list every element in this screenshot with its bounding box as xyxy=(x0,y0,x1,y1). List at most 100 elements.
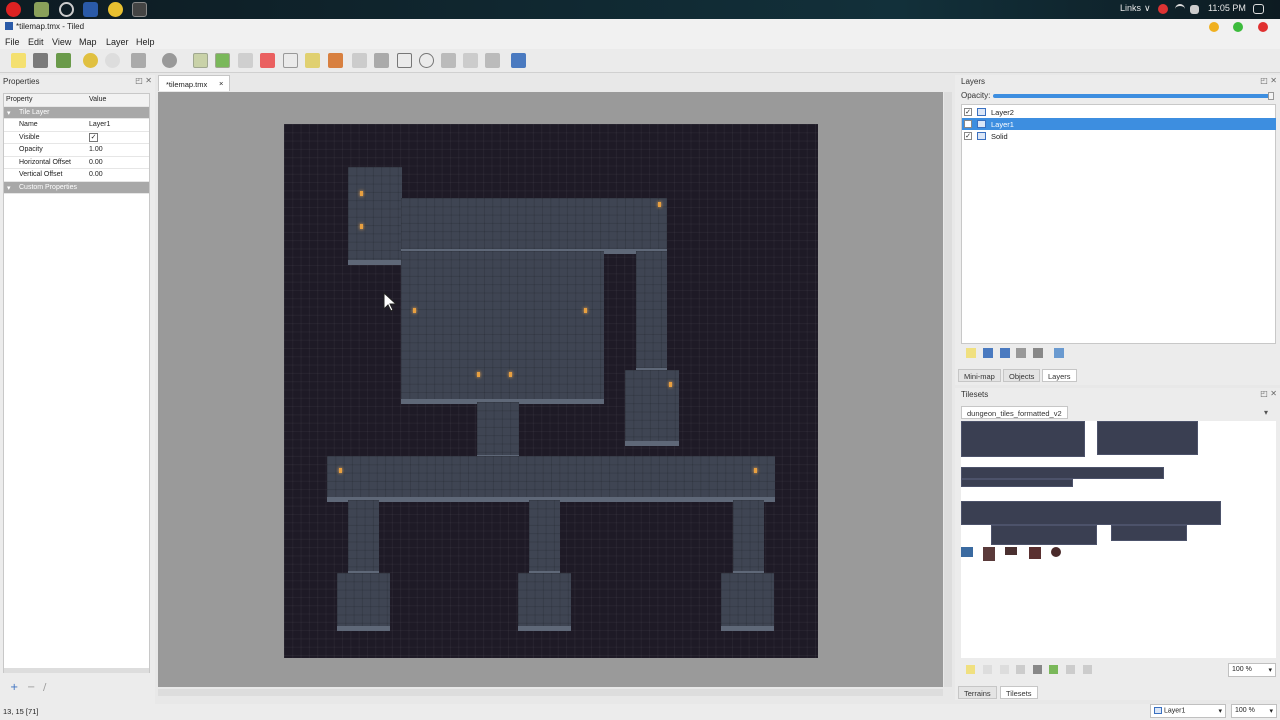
remove-property-icon[interactable]: − xyxy=(27,682,35,693)
rename-property-icon[interactable]: / xyxy=(43,682,46,693)
insert-polyline-icon[interactable] xyxy=(463,53,478,68)
tileset-tiles[interactable] xyxy=(1111,525,1187,541)
notification-icon[interactable] xyxy=(1158,4,1168,14)
terrain-brush-icon[interactable] xyxy=(215,53,230,68)
edit-polygons-icon[interactable] xyxy=(374,53,389,68)
undo-icon[interactable] xyxy=(83,53,98,68)
tilesets-dock-buttons[interactable]: ◰ ✕ xyxy=(1260,389,1277,398)
vertical-scrollbar[interactable] xyxy=(944,92,952,687)
insert-tile-icon[interactable] xyxy=(485,53,500,68)
tab-objects[interactable]: Objects xyxy=(1003,369,1041,382)
tileset-tiles[interactable] xyxy=(961,467,1164,479)
delete-layer-icon[interactable] xyxy=(1033,348,1043,358)
wifi-icon[interactable] xyxy=(1175,4,1185,14)
redo-icon[interactable] xyxy=(105,53,120,68)
add-property-icon[interactable]: + xyxy=(10,682,18,693)
property-row[interactable]: Horizontal Offset 0.00 xyxy=(4,157,149,169)
tileset-tiles[interactable] xyxy=(961,479,1073,487)
tileset-water-tile[interactable] xyxy=(961,547,973,557)
add-tiles-icon[interactable] xyxy=(1066,665,1075,674)
tab-tileset[interactable]: dungeon_tiles_formatted_v2 xyxy=(961,406,1068,419)
tab-close-icon[interactable]: × xyxy=(219,79,223,88)
magic-wand-icon[interactable] xyxy=(305,53,320,68)
edit-terrain-icon[interactable] xyxy=(1049,665,1058,674)
links-chevron-icon[interactable]: ∨ xyxy=(1144,3,1151,14)
layer-visibility-checkbox[interactable]: ✓ xyxy=(964,120,972,128)
group-custom-properties[interactable]: ▾ Custom Properties xyxy=(4,181,149,194)
tab-tilesets[interactable]: Tilesets xyxy=(1000,686,1038,699)
property-value[interactable]: 0.00 xyxy=(89,171,103,178)
tileset-properties-icon[interactable] xyxy=(1016,665,1025,674)
menu-file[interactable]: File xyxy=(5,37,20,47)
tile-map[interactable] xyxy=(284,124,818,658)
opacity-slider-handle[interactable] xyxy=(1268,92,1274,100)
property-value[interactable]: Layer1 xyxy=(89,121,110,128)
tab-layers[interactable]: Layers xyxy=(1042,369,1077,382)
property-row[interactable]: Opacity 1.00 xyxy=(4,144,149,157)
move-icon[interactable] xyxy=(511,53,526,68)
bucket-fill-icon[interactable] xyxy=(238,53,253,68)
settings-icon[interactable] xyxy=(59,2,74,17)
properties-dock-buttons[interactable]: ◰ ✕ xyxy=(135,76,152,85)
menu-view[interactable]: View xyxy=(52,37,71,47)
map-zoom-select[interactable]: 100 % ▾ xyxy=(1231,704,1277,718)
tileset-chest-tile[interactable] xyxy=(1005,547,1017,555)
delete-tileset-icon[interactable] xyxy=(1033,665,1042,674)
tab-terrains[interactable]: Terrains xyxy=(958,686,997,699)
layer-visibility-checkbox[interactable]: ✓ xyxy=(964,108,972,116)
menu-edit[interactable]: Edit xyxy=(28,37,44,47)
tab-tilemap[interactable]: *tilemap.tmx × xyxy=(158,75,230,91)
app-record-icon[interactable] xyxy=(6,2,21,17)
property-value[interactable]: 0.00 xyxy=(89,159,103,166)
tileset-zoom-select[interactable]: 100 % ▾ xyxy=(1228,663,1276,677)
layer-select[interactable]: Layer1 ▾ xyxy=(1150,704,1226,718)
tileset-tiles[interactable] xyxy=(1097,421,1198,455)
tileset-barrel-tile[interactable] xyxy=(1051,547,1061,557)
remove-tiles-icon[interactable] xyxy=(1083,665,1092,674)
duplicate-layer-icon[interactable] xyxy=(1016,348,1026,358)
tileset-menu-icon[interactable]: ▾ xyxy=(1264,408,1268,417)
tab-mini-map[interactable]: Mini-map xyxy=(958,369,1001,382)
tiled-app-icon[interactable] xyxy=(83,2,98,17)
new-layer-icon[interactable] xyxy=(966,348,976,358)
close-button[interactable] xyxy=(1258,22,1268,32)
browser-icon[interactable] xyxy=(108,2,123,17)
minimize-button[interactable] xyxy=(1209,22,1219,32)
terminal-icon[interactable] xyxy=(132,2,147,17)
insert-rectangle-icon[interactable] xyxy=(397,53,412,68)
select-objects-icon[interactable] xyxy=(352,53,367,68)
layer-row-solid[interactable]: ✓ Solid xyxy=(962,130,1276,142)
property-row[interactable]: Visible ✓ xyxy=(4,132,149,144)
property-row[interactable]: Vertical Offset 0.00 xyxy=(4,169,149,182)
tileset-view[interactable] xyxy=(961,421,1276,658)
menu-map[interactable]: Map xyxy=(79,37,97,47)
new-map-icon[interactable] xyxy=(11,53,26,68)
links-label[interactable]: Links xyxy=(1120,3,1141,13)
import-tileset-icon[interactable] xyxy=(983,665,992,674)
insert-ellipse-icon[interactable] xyxy=(419,53,434,68)
layers-dock-buttons[interactable]: ◰ ✕ xyxy=(1260,76,1277,85)
volume-icon[interactable] xyxy=(1190,5,1199,14)
property-row[interactable]: Name Layer1 xyxy=(4,119,149,132)
properties-scrollbar[interactable] xyxy=(4,668,149,673)
visible-checkbox[interactable]: ✓ xyxy=(89,132,98,142)
save-map-icon[interactable] xyxy=(56,53,71,68)
layer-row-layer2[interactable]: ✓ Layer2 xyxy=(962,106,1276,118)
action-center-icon[interactable] xyxy=(1253,4,1264,14)
opacity-slider[interactable] xyxy=(993,94,1271,98)
property-value[interactable]: 1.00 xyxy=(89,146,103,153)
eraser-icon[interactable] xyxy=(260,53,275,68)
raise-layer-icon[interactable] xyxy=(983,348,993,358)
menu-layer[interactable]: Layer xyxy=(106,37,129,47)
menu-help[interactable]: Help xyxy=(136,37,155,47)
insert-polygon-icon[interactable] xyxy=(441,53,456,68)
group-tile-layer[interactable]: ▾ Tile Layer xyxy=(4,106,149,119)
rect-select-icon[interactable] xyxy=(283,53,298,68)
select-same-tile-icon[interactable] xyxy=(328,53,343,68)
stamp-brush-icon[interactable] xyxy=(193,53,208,68)
layer-view-icon[interactable] xyxy=(1054,348,1064,358)
layer-row-layer1[interactable]: ✓ Layer1 xyxy=(962,118,1276,130)
export-tileset-icon[interactable] xyxy=(1000,665,1009,674)
open-map-icon[interactable] xyxy=(33,53,48,68)
command-icon[interactable] xyxy=(131,53,146,68)
